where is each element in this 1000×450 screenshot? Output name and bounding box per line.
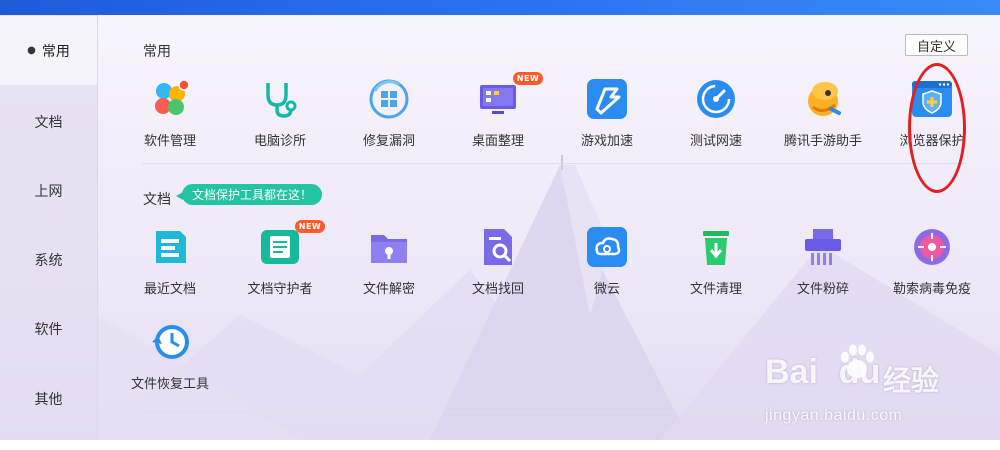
mobile-game-assistant-icon (808, 82, 841, 116)
tool-game-boost[interactable]: 游戏加速 (552, 79, 662, 169)
file-restore-icon (152, 325, 189, 359)
doc-guardian-icon (261, 230, 299, 264)
bottom-strip (0, 440, 1000, 450)
folder-lock-icon (371, 235, 407, 263)
new-badge: NEW (513, 72, 543, 85)
sidebar-item-software[interactable]: 软件 (0, 294, 97, 363)
tool-label: 游戏加速 (580, 134, 633, 149)
tool-fix-vulnerability[interactable]: 修复漏洞 (334, 79, 444, 169)
baidu-jingyan-watermark: Baiodu 经验 jingyan.baidu.com (765, 344, 995, 439)
tool-label: 微云 (593, 282, 620, 297)
doc-search-icon (484, 229, 512, 265)
tool-file-restore[interactable]: 文件恢复工具 (115, 322, 225, 412)
tool-doc-recover[interactable]: 文档找回 (443, 227, 553, 317)
active-dot-icon: ● (27, 45, 36, 56)
tool-file-clean[interactable]: 文件清理 (661, 227, 771, 317)
shredder-icon (805, 229, 841, 265)
section-divider (142, 163, 966, 164)
category-sidebar: ● 常用 文档 上网 系统 软件 其他 (0, 15, 98, 440)
trash-icon (703, 231, 729, 265)
cloud-icon (587, 227, 627, 267)
tool-mobile-game-assistant[interactable]: 腾讯手游助手 (768, 79, 878, 169)
recent-docs-icon (156, 231, 186, 263)
paw-icon (841, 344, 874, 378)
new-badge: NEW (295, 220, 325, 233)
tool-label: 文件清理 (689, 282, 742, 297)
docs-tip-badge: 文档保护工具都在这！ (175, 184, 323, 205)
desktop-organize-icon (480, 85, 516, 114)
tool-file-shred[interactable]: 文件粉碎 (768, 227, 878, 317)
tool-label: 测试网速 (689, 134, 742, 149)
sidebar-item-internet[interactable]: 上网 (0, 156, 97, 225)
tool-label: 文件解密 (362, 282, 415, 297)
sidebar-item-label: 文档 (34, 114, 63, 131)
sidebar-item-label: 上网 (34, 183, 63, 200)
highlight-annotation-oval (908, 63, 966, 193)
section-title-common: 常用 (143, 44, 171, 60)
tool-speed-test[interactable]: 测试网速 (661, 79, 771, 169)
tool-label: 电脑诊所 (253, 134, 306, 149)
tool-file-decrypt[interactable]: 文件解密 (334, 227, 444, 317)
sidebar-item-other[interactable]: 其他 (0, 364, 97, 433)
tool-label: 文档守护者 (247, 282, 313, 297)
tool-doc-guardian[interactable]: NEW 文档守护者 (225, 220, 335, 317)
watermark-url: jingyan.baidu.com (765, 407, 903, 424)
sidebar-item-label: 系统 (34, 252, 63, 269)
sidebar-item-label: 其他 (34, 391, 63, 408)
software-manager-icon (155, 79, 190, 115)
stethoscope-icon (266, 83, 297, 118)
sidebar-item-system[interactable]: 系统 (0, 225, 97, 294)
tool-label: 最近文档 (143, 282, 196, 297)
tool-ransomware-immune[interactable]: 勒索病毒免疫 (877, 227, 987, 317)
tool-weiyun[interactable]: 微云 (552, 227, 662, 317)
tool-desktop-organize[interactable]: NEW 桌面整理 (443, 72, 553, 169)
section-title-docs: 文档 (143, 192, 171, 208)
tool-label: 文件恢复工具 (130, 377, 209, 392)
sidebar-item-label: 常用 (41, 43, 70, 60)
watermark-cn-text: 经验 (883, 364, 940, 397)
tool-label: 文件粉碎 (796, 282, 849, 297)
tool-software-manager[interactable]: 软件管理 (115, 79, 225, 169)
tool-label: 文档找回 (471, 282, 524, 297)
customize-button[interactable]: 自定义 (905, 34, 968, 56)
toolbox-panel: ● 常用 文档 上网 系统 软件 其他 常用 自定义 软件管理 电脑诊所 修复漏… (0, 15, 1000, 440)
game-boost-icon (587, 79, 627, 119)
tool-label: 腾讯手游助手 (783, 134, 862, 149)
window-top-bar (0, 0, 1000, 15)
tool-pc-clinic[interactable]: 电脑诊所 (225, 79, 335, 169)
sidebar-item-docs[interactable]: 文档 (0, 87, 97, 156)
virus-immune-icon (914, 229, 950, 265)
tool-label: 修复漏洞 (362, 134, 415, 149)
tool-label: 桌面整理 (471, 134, 524, 149)
speedometer-icon (697, 80, 735, 118)
tool-label: 勒索病毒免疫 (892, 282, 971, 297)
sidebar-item-common[interactable]: ● 常用 (0, 16, 97, 85)
tool-label: 软件管理 (143, 134, 196, 149)
windows-repair-icon (369, 79, 409, 119)
tool-recent-docs[interactable]: 最近文档 (115, 227, 225, 317)
sidebar-item-label: 软件 (34, 321, 63, 338)
